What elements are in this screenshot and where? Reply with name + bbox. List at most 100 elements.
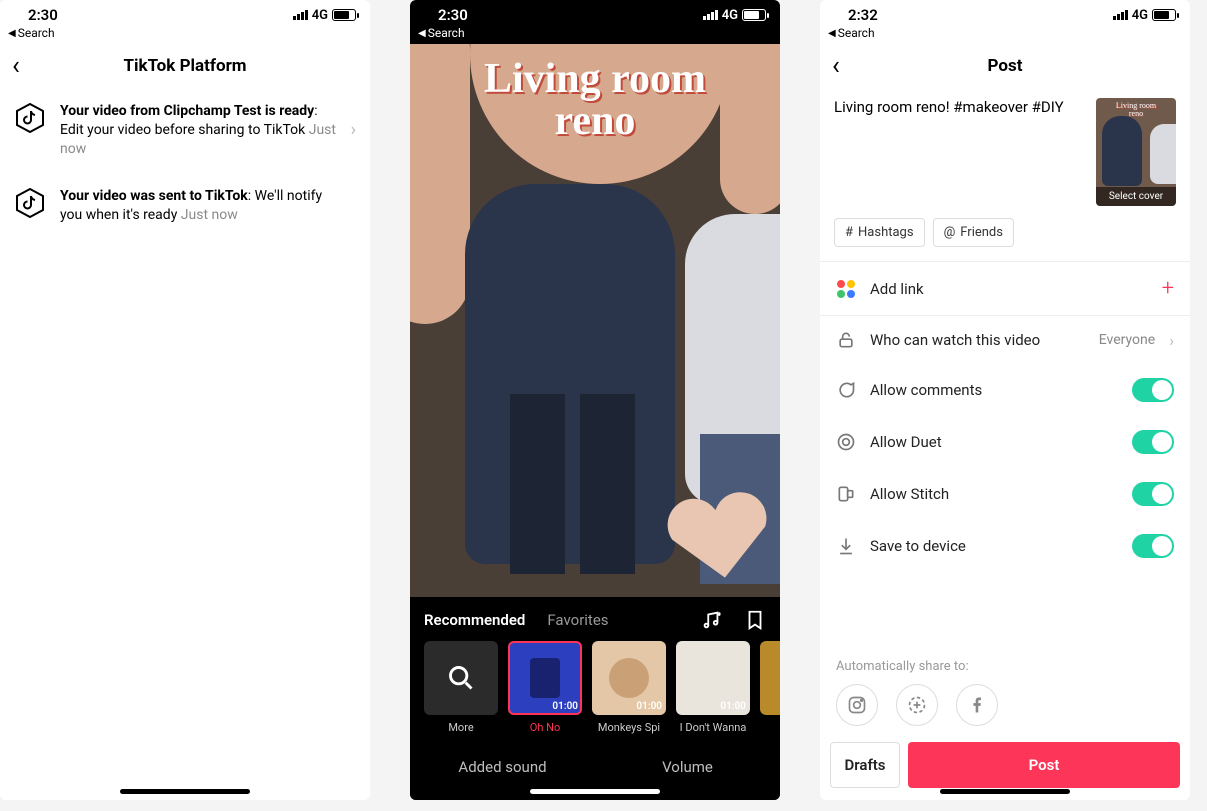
sound-list[interactable]: More 01:00 Oh No 01:00 Monkeys Spi 01:00…: [410, 641, 780, 742]
at-icon: @: [944, 225, 956, 240]
sound-panel: Recommended Favorites More 01:00 Oh No 0…: [410, 597, 780, 800]
sound-item[interactable]: 01:00 Oh No: [508, 641, 582, 734]
facebook-icon: [967, 695, 987, 715]
status-time: 2:30: [438, 6, 468, 24]
search-icon: [447, 664, 475, 692]
share-facebook[interactable]: [956, 684, 998, 726]
toggle-duet[interactable]: [1132, 430, 1174, 454]
person-leg: [510, 394, 565, 574]
battery-icon: [742, 9, 766, 21]
hashtags-chip[interactable]: #Hashtags: [834, 218, 925, 247]
chip-label: Friends: [960, 225, 1003, 240]
post-body: Living roomreno Select cover #Hashtags @…: [820, 88, 1190, 800]
notification-bold: Your video was sent to TikTok: [60, 188, 248, 204]
sound-duration: 01:00: [552, 701, 578, 712]
add-link-row[interactable]: Add link +: [820, 262, 1190, 315]
sound-item[interactable]: 01:00 Wea: [760, 641, 780, 734]
sound-duration: 01:00: [636, 701, 662, 712]
battery-icon: [332, 9, 356, 21]
notification-item[interactable]: Your video was sent to TikTok: We'll not…: [0, 173, 370, 239]
cover-person: [1102, 116, 1142, 186]
stories-icon: [907, 695, 927, 715]
back-triangle-icon: ◀: [828, 28, 836, 39]
page-title: Post: [988, 56, 1023, 76]
caption-input[interactable]: [834, 98, 1086, 184]
overlay-line1: Living room: [484, 56, 706, 102]
share-stories[interactable]: [896, 684, 938, 726]
back-triangle-icon: ◀: [8, 28, 16, 39]
caption-row: Living roomreno Select cover: [820, 88, 1190, 218]
friends-chip[interactable]: @ Friends: [933, 218, 1014, 247]
home-indicator: [940, 789, 1070, 794]
share-instagram[interactable]: [836, 684, 878, 726]
setting-label: Save to device: [870, 537, 1118, 555]
bookmark-icon[interactable]: [744, 609, 766, 631]
sound-duration: 01:00: [720, 701, 746, 712]
overlay-line2: reno: [555, 98, 636, 144]
privacy-row[interactable]: Who can watch this video Everyone ›: [820, 316, 1190, 364]
volume-button[interactable]: Volume: [595, 758, 780, 776]
toggle-save[interactable]: [1132, 534, 1174, 558]
drafts-button[interactable]: Drafts: [830, 742, 900, 788]
sound-tabs: Recommended Favorites: [410, 597, 780, 641]
signal-icon: [293, 10, 308, 20]
tab-recommended[interactable]: Recommended: [424, 611, 525, 629]
sound-more[interactable]: More: [424, 641, 498, 734]
stitch-icon: [836, 484, 856, 504]
toggle-stitch[interactable]: [1132, 482, 1174, 506]
music-cut-icon[interactable]: [700, 609, 722, 631]
share-row: [820, 684, 1190, 742]
toggle-comments[interactable]: [1132, 378, 1174, 402]
person-silhouette: [465, 184, 675, 564]
notification-bold: Your video from Clipchamp Test is ready: [60, 103, 314, 119]
setting-label: Allow comments: [870, 381, 1118, 399]
sound-label: Oh No: [508, 721, 582, 734]
allow-duet-row: Allow Duet: [820, 416, 1190, 468]
notification-item[interactable]: Your video from Clipchamp Test is ready:…: [0, 88, 370, 173]
privacy-value: Everyone: [1099, 332, 1155, 348]
status-bar: 2:30 4G: [410, 0, 780, 26]
video-preview[interactable]: Living room reno: [410, 44, 780, 597]
person-leg: [580, 394, 635, 574]
status-time: 2:30: [28, 6, 58, 24]
download-icon: [836, 536, 856, 556]
page-title: TikTok Platform: [123, 56, 246, 76]
tiktok-hex-icon: [14, 187, 46, 219]
status-bar: 2:32 4G: [820, 0, 1190, 26]
status-time: 2:32: [848, 6, 878, 24]
phone-post: 2:32 4G ◀ Search ‹ Post Living roomreno …: [820, 0, 1190, 800]
sound-label: More: [424, 721, 498, 734]
cover-select[interactable]: Living roomreno Select cover: [1096, 98, 1176, 206]
network-label: 4G: [1132, 8, 1148, 23]
added-sound-button[interactable]: Added sound: [410, 758, 595, 776]
status-right: 4G: [293, 8, 356, 23]
sound-item[interactable]: 01:00 I Don't Wanna: [676, 641, 750, 734]
network-label: 4G: [722, 8, 738, 23]
share-label: Automatically share to:: [820, 653, 1190, 684]
cover-person: [1150, 124, 1176, 184]
cover-mini-title: Living roomreno: [1096, 102, 1176, 118]
sound-item[interactable]: 01:00 Monkeys Spi: [592, 641, 666, 734]
phone-notifications: 2:30 4G ◀ Search ‹ TikTok Platform Your …: [0, 0, 370, 800]
back-button[interactable]: ‹: [832, 53, 840, 79]
signal-icon: [1113, 10, 1128, 20]
breadcrumb-back-search[interactable]: ◀ Search: [0, 26, 370, 44]
breadcrumb-back-search[interactable]: ◀ Search: [820, 26, 1190, 44]
tab-favorites[interactable]: Favorites: [547, 611, 608, 629]
plus-icon: +: [1162, 276, 1174, 301]
back-button[interactable]: ‹: [12, 53, 20, 79]
notification-text: Your video was sent to TikTok: We'll not…: [60, 187, 356, 225]
setting-label: Add link: [870, 280, 1148, 298]
link-colordots-icon: [836, 279, 856, 299]
battery-icon: [1152, 9, 1176, 21]
sound-label: Wea: [760, 721, 780, 734]
post-button[interactable]: Post: [908, 742, 1180, 788]
setting-label: Allow Stitch: [870, 485, 1118, 503]
home-indicator: [120, 789, 250, 794]
status-right: 4G: [1113, 8, 1176, 23]
chip-row: #Hashtags @ Friends: [820, 218, 1190, 261]
network-label: 4G: [312, 8, 328, 23]
breadcrumb-back-search[interactable]: ◀ Search: [410, 26, 780, 44]
back-search-label: Search: [428, 26, 465, 40]
chip-label: Hashtags: [858, 225, 914, 240]
